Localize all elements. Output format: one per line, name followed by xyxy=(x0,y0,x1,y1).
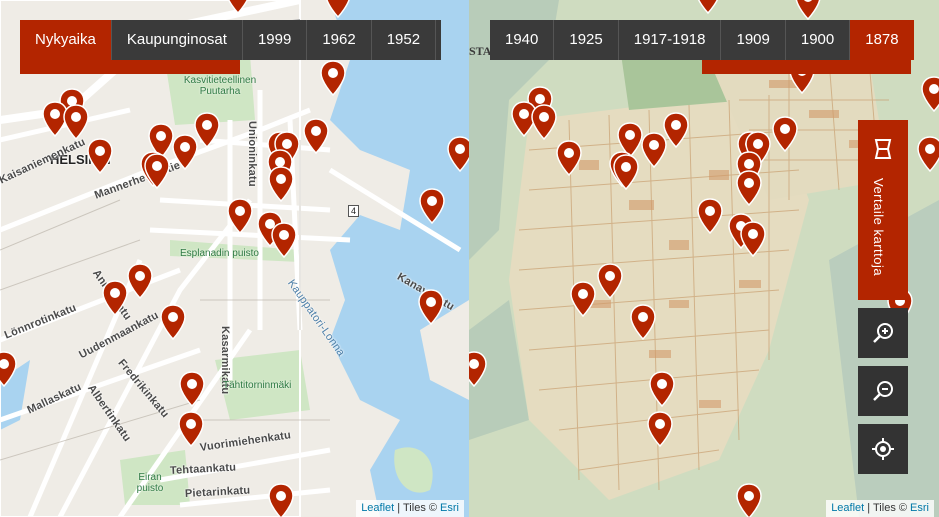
tab-1999[interactable]: 1999 xyxy=(243,20,308,60)
map-marker-icon[interactable] xyxy=(736,483,762,517)
zoom-out-icon xyxy=(873,381,893,401)
map-marker-icon[interactable] xyxy=(87,138,113,174)
tab-1900[interactable]: 1900 xyxy=(786,20,851,60)
map-marker-icon[interactable] xyxy=(740,221,766,257)
compare-maps-icon xyxy=(874,139,892,159)
map-marker-icon[interactable] xyxy=(160,304,186,340)
map-marker-icon[interactable] xyxy=(102,280,128,316)
map-marker-icon[interactable] xyxy=(641,132,667,168)
map-marker-icon[interactable] xyxy=(613,154,639,190)
leaflet-link[interactable]: Leaflet xyxy=(361,502,394,514)
map-marker-icon[interactable] xyxy=(419,188,445,224)
zoom-in-icon xyxy=(873,323,893,343)
park-label: Kasvitieteellinen Puutarha xyxy=(183,75,257,97)
map-marker-icon[interactable] xyxy=(144,153,170,189)
map-marker-icon[interactable] xyxy=(127,263,153,299)
zoom-out-button[interactable] xyxy=(858,366,908,416)
map-marker-icon[interactable] xyxy=(63,104,89,140)
map-marker-icon[interactable] xyxy=(418,289,444,325)
esri-link[interactable]: Esri xyxy=(440,502,459,514)
map-marker-icon[interactable] xyxy=(772,116,798,152)
map-marker-icon[interactable] xyxy=(447,136,469,172)
leaflet-link[interactable]: Leaflet xyxy=(831,502,864,514)
tab-1962[interactable]: 1962 xyxy=(307,20,372,60)
map-marker-icon[interactable] xyxy=(736,170,762,206)
esri-link[interactable]: Esri xyxy=(910,502,929,514)
map-marker-icon[interactable] xyxy=(227,198,253,234)
map-marker-icon[interactable] xyxy=(303,118,329,154)
locate-icon xyxy=(872,438,894,460)
map-attribution: Leaflet | Tiles © Esri xyxy=(356,500,464,517)
map-marker-icon[interactable] xyxy=(268,483,294,517)
map-marker-icon[interactable] xyxy=(325,0,351,18)
map-marker-icon[interactable] xyxy=(0,351,17,387)
tab-1878[interactable]: 1878 xyxy=(850,20,914,60)
tiles-credit: | Tiles © xyxy=(397,502,437,514)
park-label: Esplanadin puisto xyxy=(180,248,259,259)
tiles-credit: | Tiles © xyxy=(867,502,907,514)
compare-maps-button[interactable]: Vertaile karttoja xyxy=(858,120,908,300)
park-label: Eiran puisto xyxy=(136,472,164,494)
street-label: Unioninkatu xyxy=(246,121,258,187)
road-number-badge: 4 xyxy=(348,205,360,217)
map-marker-icon[interactable] xyxy=(320,60,346,96)
tab-nykyaika[interactable]: Nykyaika xyxy=(20,20,112,60)
map-marker-icon[interactable] xyxy=(921,76,939,112)
map-marker-icon[interactable] xyxy=(225,0,251,14)
map-attribution: Leaflet | Tiles © Esri xyxy=(826,500,934,517)
map-marker-icon[interactable] xyxy=(194,112,220,148)
map-marker-icon[interactable] xyxy=(597,263,623,299)
modern-map-pane[interactable]: HELSINKI 4 Mannerheimintie Unioninkatu K… xyxy=(0,0,469,517)
right-era-tabs: 1940 1925 1917-1918 1909 1900 1878 xyxy=(490,20,914,60)
map-marker-icon[interactable] xyxy=(649,371,675,407)
tab-1917-1918[interactable]: 1917-1918 xyxy=(619,20,722,60)
compare-maps-label: Vertaile karttoja xyxy=(871,178,886,277)
map-marker-icon[interactable] xyxy=(469,351,487,387)
active-tab-indicator xyxy=(20,60,240,74)
left-era-tabs: Nykyaika Kaupunginosat 1999 1962 1952 xyxy=(20,20,441,60)
map-marker-icon[interactable] xyxy=(271,222,297,258)
tab-1925[interactable]: 1925 xyxy=(554,20,619,60)
locate-button[interactable] xyxy=(858,424,908,474)
map-marker-icon[interactable] xyxy=(556,140,582,176)
active-tab-indicator xyxy=(702,60,911,74)
map-marker-icon[interactable] xyxy=(697,198,723,234)
map-marker-icon[interactable] xyxy=(178,411,204,447)
map-marker-icon[interactable] xyxy=(179,371,205,407)
zoom-in-button[interactable] xyxy=(858,308,908,358)
tab-1952[interactable]: 1952 xyxy=(372,20,437,60)
tab-1940[interactable]: 1940 xyxy=(490,20,555,60)
map-marker-icon[interactable] xyxy=(695,0,721,14)
map-marker-icon[interactable] xyxy=(917,136,939,172)
park-label: Tähtitorninmäki xyxy=(223,380,292,391)
tab-1909[interactable]: 1909 xyxy=(721,20,786,60)
map-marker-icon[interactable] xyxy=(570,281,596,317)
map-marker-icon[interactable] xyxy=(795,0,821,20)
tab-kaupunginosat[interactable]: Kaupunginosat xyxy=(112,20,243,60)
map-marker-icon[interactable] xyxy=(268,166,294,202)
map-marker-icon[interactable] xyxy=(630,304,656,340)
map-marker-icon[interactable] xyxy=(531,104,557,140)
map-marker-icon[interactable] xyxy=(647,411,673,447)
